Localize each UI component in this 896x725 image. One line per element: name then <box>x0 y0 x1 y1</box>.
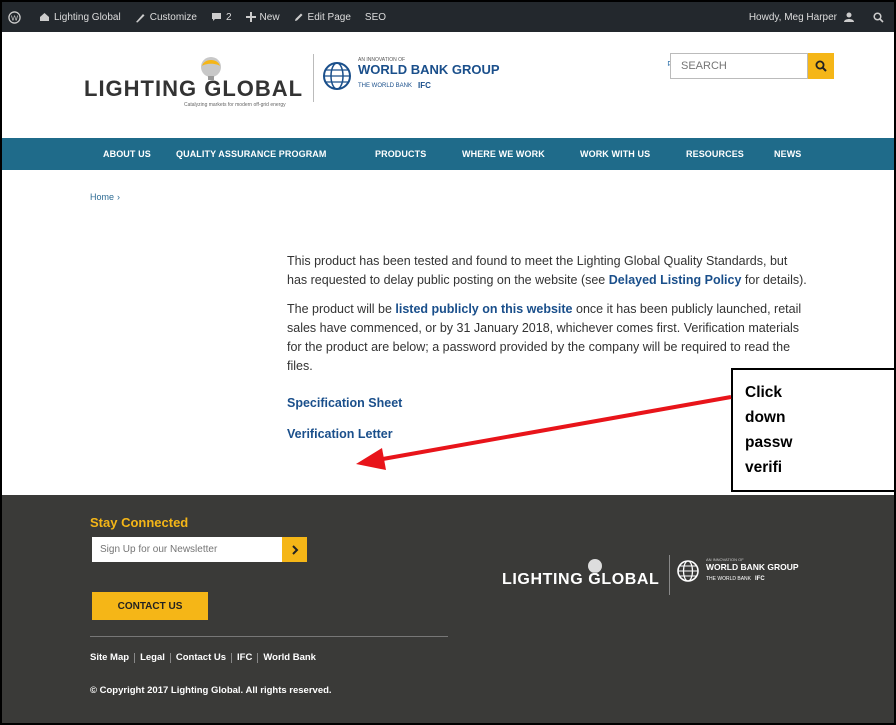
logo-divider <box>313 54 314 102</box>
brush-icon <box>135 13 145 22</box>
admin-bar: W Lighting Global Customize 2 New Edit P… <box>2 2 894 32</box>
admin-comments-link[interactable]: 2 <box>211 12 232 23</box>
footer-link-contact-us[interactable]: Contact Us <box>176 652 226 663</box>
footer-partner-sub-ifc: IFC <box>755 576 765 582</box>
search-button[interactable] <box>808 53 834 79</box>
listing-text-a: The product will be <box>287 302 396 316</box>
user-avatar-icon <box>844 12 854 22</box>
chevron-right-icon <box>291 544 298 555</box>
partner-sub: THE WORLD BANK IFC <box>358 81 431 90</box>
search-icon <box>815 60 827 72</box>
admin-howdy: Howdy, Meg Harper <box>748 11 837 23</box>
copyright-text: © Copyright 2017 Lighting Global. All ri… <box>90 685 332 696</box>
footer-links: Site Map Legal Contact Us IFC World Bank <box>90 652 316 663</box>
admin-comments-count: 2 <box>225 11 232 23</box>
partner-sub-world-bank: THE WORLD BANK <box>358 82 413 89</box>
stay-connected-heading: Stay Connected <box>90 515 189 530</box>
contact-us-button[interactable]: CONTACT US <box>92 592 208 620</box>
admin-edit-page-link[interactable]: Edit Page <box>294 12 351 23</box>
footer-link-separator <box>134 652 136 663</box>
callout-line: verifi <box>745 459 783 476</box>
nav-products[interactable]: PRODUCTS <box>375 138 426 170</box>
wordpress-logo-icon[interactable]: W <box>8 10 25 24</box>
partner-name: WORLD BANK GROUP <box>358 62 500 77</box>
footer-link-site-map[interactable]: Site Map <box>90 652 129 663</box>
admin-seo-link[interactable]: SEO <box>365 12 386 23</box>
footer-divider <box>90 636 448 637</box>
footer-partner-sub-world-bank: THE WORLD BANK <box>706 576 752 582</box>
footer-link-ifc[interactable]: IFC <box>237 652 252 663</box>
globe-icon <box>323 62 351 90</box>
callout-line: down <box>745 409 786 426</box>
specification-sheet-link[interactable]: Specification Sheet <box>287 394 807 413</box>
home-icon <box>40 13 49 21</box>
footer-link-world-bank[interactable]: World Bank <box>263 652 316 663</box>
footer-partner-sub: THE WORLD BANK IFC <box>706 576 765 582</box>
plus-icon <box>245 12 256 22</box>
comment-icon <box>211 13 221 21</box>
breadcrumb-home[interactable]: Home <box>90 192 114 202</box>
breadcrumb: Home › <box>90 192 120 202</box>
newsletter-submit-button[interactable] <box>282 537 307 562</box>
nav-where-we-work[interactable]: WHERE WE WORK <box>462 138 545 170</box>
footer-link-separator <box>257 652 259 663</box>
site-footer: Stay Connected CONTACT US Site Map Legal… <box>2 495 894 723</box>
callout-line: Click <box>745 384 783 401</box>
admin-new-link[interactable]: New <box>245 11 280 23</box>
listed-publicly-link[interactable]: listed publicly on this website <box>395 302 572 316</box>
main-nav: ABOUT US QUALITY ASSURANCE PROGRAM PRODU… <box>2 138 894 170</box>
admin-site-link[interactable]: Lighting Global <box>39 12 121 23</box>
search-input[interactable] <box>670 53 808 79</box>
pencil-icon <box>294 13 303 21</box>
svg-text:W: W <box>11 13 19 22</box>
nav-quality-assurance-program[interactable]: QUALITY ASSURANCE PROGRAM <box>176 138 327 170</box>
callout-line: passw <box>745 434 793 451</box>
partner-sub-ifc: IFC <box>418 81 431 90</box>
newsletter-input[interactable] <box>92 537 282 562</box>
lighting-global-logo[interactable]: LIGHTING GLOBAL Catalyzing markets for m… <box>84 54 304 108</box>
logo-tagline: Catalyzing markets for modern off-grid e… <box>184 102 286 108</box>
world-bank-group-logo[interactable]: AN INNOVATION OF WORLD BANK GROUP THE WO… <box>322 57 502 97</box>
admin-search-icon[interactable] <box>873 11 888 23</box>
nav-about-us[interactable]: ABOUT US <box>103 138 151 170</box>
admin-account-link[interactable]: Howdy, Meg Harper <box>749 11 859 23</box>
logo-text: LIGHTING GLOBAL <box>84 76 304 101</box>
verification-letter-link[interactable]: Verification Letter <box>287 425 807 444</box>
footer-link-legal[interactable]: Legal <box>140 652 165 663</box>
footer-logo-text: LIGHTING GLOBAL <box>502 571 660 588</box>
main-content: This product has been tested and found t… <box>287 252 807 456</box>
nav-work-with-us[interactable]: WORK WITH US <box>580 138 650 170</box>
admin-edit-page-label: Edit Page <box>307 11 351 23</box>
admin-customize-link[interactable]: Customize <box>135 12 197 23</box>
admin-customize-label: Customize <box>149 11 197 23</box>
admin-site-name: Lighting Global <box>54 11 121 23</box>
footer-partner-name: WORLD BANK GROUP <box>706 562 799 572</box>
intro-paragraph: This product has been tested and found t… <box>287 252 807 290</box>
intro-text-b: for details). <box>741 273 807 287</box>
footer-link-separator <box>169 652 171 663</box>
nav-resources[interactable]: RESOURCES <box>686 138 744 170</box>
footer-world-bank-group-logo[interactable]: AN INNOVATION OF WORLD BANK GROUP THE WO… <box>676 555 816 595</box>
footer-link-separator <box>231 652 233 663</box>
nav-news[interactable]: NEWS <box>774 138 801 170</box>
instruction-callout: Click down passw verifi <box>731 368 894 492</box>
admin-seo-label: SEO <box>364 11 387 23</box>
footer-lighting-global-logo[interactable]: LIGHTING GLOBAL <box>502 557 667 597</box>
listing-paragraph: The product will be listed publicly on t… <box>287 300 807 376</box>
breadcrumb-separator: › <box>117 192 121 202</box>
admin-new-label: New <box>259 11 280 23</box>
delayed-listing-policy-link[interactable]: Delayed Listing Policy <box>609 273 742 287</box>
screenshot-frame: W Lighting Global Customize 2 New Edit P… <box>0 0 896 725</box>
footer-logo-divider <box>669 555 670 595</box>
globe-icon <box>677 560 699 582</box>
